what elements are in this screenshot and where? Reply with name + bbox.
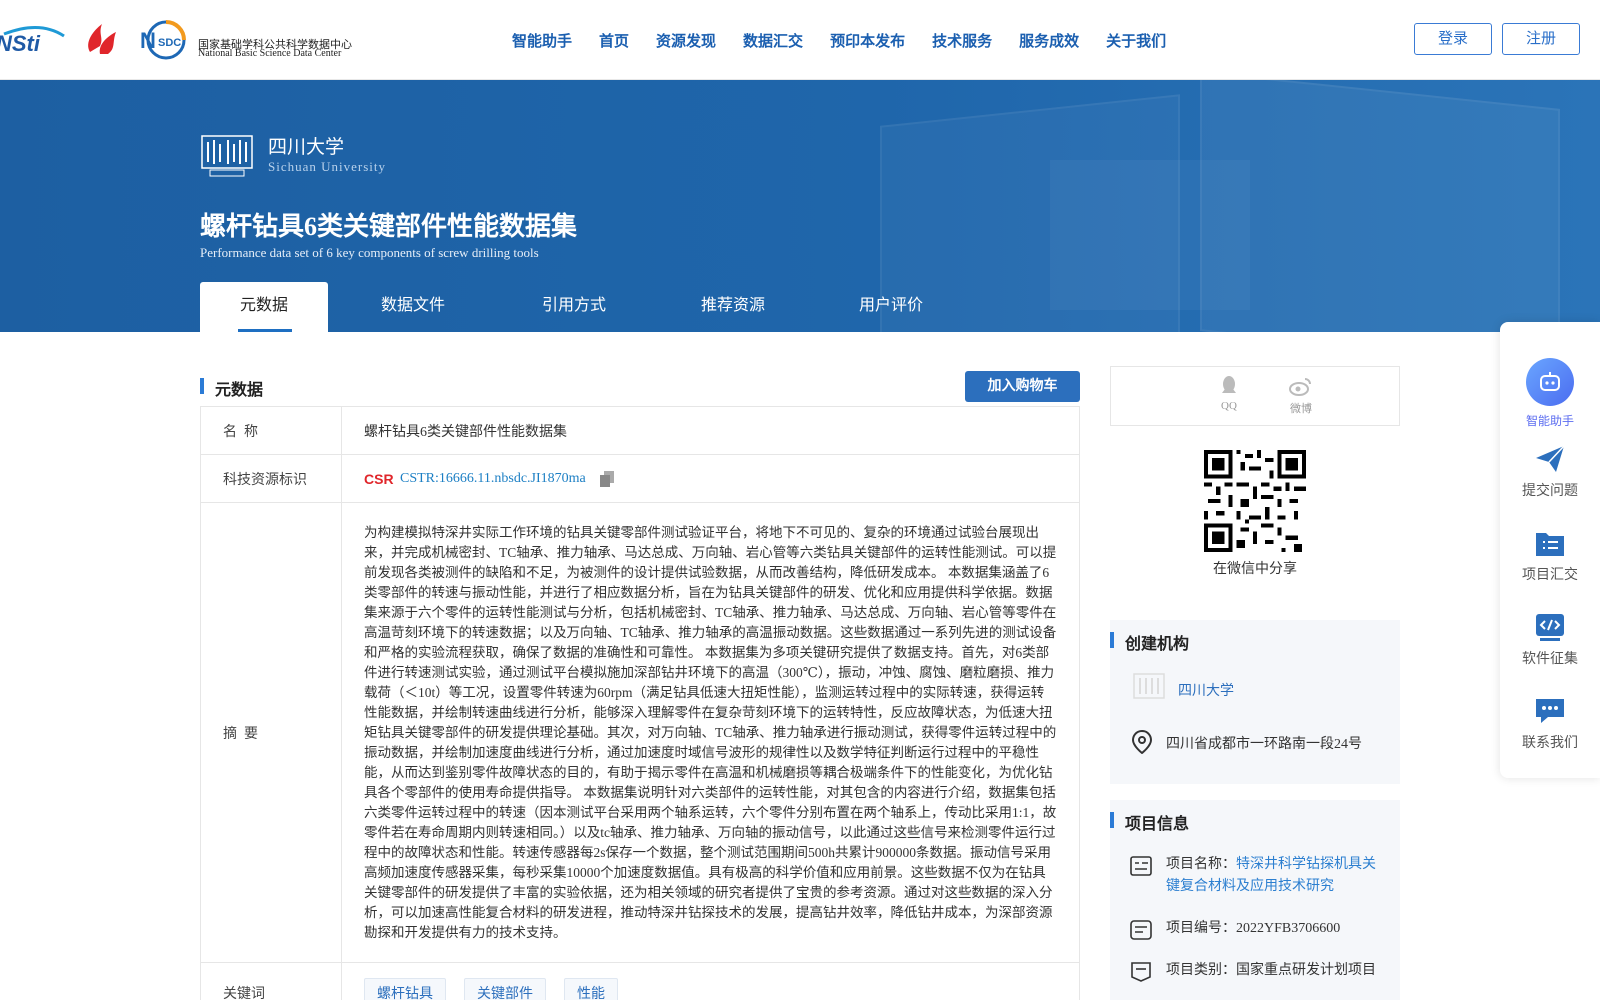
robot-icon	[1526, 358, 1574, 406]
dataset-subtitle-en: Performance data set of 6 key components…	[200, 245, 539, 260]
tab-citation[interactable]: 引用方式	[498, 282, 650, 332]
float-contact-label: 联系我们	[1522, 736, 1578, 751]
svg-text:N: N	[140, 28, 156, 53]
qq-icon	[1222, 376, 1236, 393]
weibo-icon	[1289, 378, 1311, 396]
nav-assistant[interactable]: 智能助手	[512, 30, 572, 51]
university-name-en: Sichuan University	[268, 159, 387, 174]
list-folder-icon	[1536, 533, 1564, 556]
abstract-value: 为构建模拟特深井实际工作环境的钻具关键零部件测试验证平台，将地下不可见的、复杂的…	[342, 503, 1079, 962]
location-pin-icon	[1132, 730, 1152, 754]
main-nav: 智能助手 首页 资源发现 数据汇交 预印本发布 技术服务 服务成效 关于我们	[512, 30, 1193, 51]
code-icon	[1536, 614, 1564, 641]
org-address: 四川省成都市一环路南一段24号	[1166, 737, 1362, 752]
section-title: 元数据	[215, 382, 264, 399]
section-accent-bar	[1110, 632, 1114, 648]
nsdc-emblem-icon: N SDC	[140, 20, 186, 60]
field-label: 科技资源标识	[201, 455, 342, 502]
nav-service-results[interactable]: 服务成效	[1019, 30, 1079, 51]
share-panel: QQ 微博	[1110, 366, 1400, 426]
float-contact[interactable]: 联系我们	[1500, 696, 1600, 752]
cstr-logo-icon: CSR	[364, 471, 394, 487]
project-name-icon	[1130, 856, 1152, 876]
section-accent-bar	[1110, 812, 1114, 828]
copy-icon[interactable]	[599, 470, 614, 487]
tab-user-reviews[interactable]: 用户评价	[816, 282, 966, 332]
field-label: 摘 要	[201, 503, 342, 962]
float-software[interactable]: 软件征集	[1500, 612, 1600, 668]
project-number-icon	[1130, 920, 1152, 940]
nav-home[interactable]: 首页	[599, 30, 629, 51]
register-button[interactable]: 注册	[1502, 23, 1580, 55]
float-software-label: 软件征集	[1522, 652, 1578, 667]
field-label: 关键词	[201, 963, 342, 1000]
keyword-tag[interactable]: 性能	[564, 977, 618, 1000]
floating-toolbar: 智能助手 提交问题 项目汇交 软件征集 联系我们	[1500, 322, 1600, 778]
login-button[interactable]: 登录	[1414, 23, 1492, 55]
nav-resource-discovery[interactable]: 资源发现	[656, 30, 716, 51]
top-navigation-bar: NSti N SDC 国家基础学科公共科学数据中心 National Basic…	[0, 0, 1600, 80]
keyword-tag[interactable]: 关键部件	[464, 977, 546, 1000]
svg-text:CSR: CSR	[364, 471, 394, 487]
creator-institution-panel: 创建机构 四川大学 四川省成都市一环路南一段24号	[1110, 620, 1400, 784]
metadata-section-header: 元数据 加入购物车	[200, 370, 1080, 404]
nav-preprint[interactable]: 预印本发布	[830, 30, 905, 51]
share-qq[interactable]: QQ	[1209, 375, 1249, 412]
sichuan-university-logo	[201, 135, 253, 177]
org-panel-title: 创建机构	[1125, 636, 1190, 653]
float-project-submit-label: 项目汇交	[1522, 568, 1578, 583]
dataset-banner: 四川大学 Sichuan University 螺杆钻具6类关键部件性能数据集 …	[0, 80, 1600, 332]
abstract-text: 为构建模拟特深井实际工作环境的钻具关键零部件测试验证平台，将地下不可见的、复杂的…	[364, 524, 1057, 940]
table-row: 关键词 螺杆钻具 关键部件 性能	[201, 963, 1079, 1000]
tab-recommended[interactable]: 推荐资源	[650, 282, 816, 332]
share-weibo-label: 微博	[1290, 403, 1312, 415]
float-assistant-label: 智能助手	[1525, 414, 1574, 428]
section-accent-bar	[200, 378, 204, 394]
project-info-panel: 项目信息 项目名称：特深井科学钻探机具关键复合材料及应用技术研究 项目编号：20…	[1110, 800, 1400, 1000]
add-to-cart-button[interactable]: 加入购物车	[965, 371, 1080, 402]
nstl-logo[interactable]: NSti	[0, 22, 66, 62]
table-row: 摘 要 为构建模拟特深井实际工作环境的钻具关键零部件测试验证平台，将地下不可见的…	[201, 503, 1079, 963]
float-submit-issue-label: 提交问题	[1522, 484, 1578, 499]
float-assistant[interactable]: 智能助手	[1500, 358, 1600, 429]
field-value: 螺杆钻具6类关键部件性能数据集	[364, 424, 567, 440]
float-project-submit[interactable]: 项目汇交	[1500, 528, 1600, 584]
dataset-title: 螺杆钻具6类关键部件性能数据集	[200, 212, 578, 241]
float-submit-issue[interactable]: 提交问题	[1500, 444, 1600, 500]
wechat-qr-code	[1204, 450, 1306, 552]
cstr-link[interactable]: CSTR:16666.11.nbsdc.JI1870ma	[400, 471, 586, 487]
share-qq-label: QQ	[1221, 400, 1237, 412]
nav-data-submission[interactable]: 数据汇交	[743, 30, 803, 51]
university-logo-icon	[1133, 673, 1165, 699]
cstr-field: CSR CSTR:16666.11.nbsdc.JI1870ma	[342, 455, 1079, 502]
university-name-cn[interactable]: 四川大学	[268, 132, 344, 159]
share-weibo[interactable]: 微博	[1281, 375, 1321, 416]
wechat-share-label: 在微信中分享	[1213, 562, 1297, 577]
nav-about[interactable]: 关于我们	[1106, 30, 1166, 51]
keyword-tag[interactable]: 螺杆钻具	[364, 977, 446, 1000]
field-label: 名 称	[201, 407, 342, 454]
table-row: 名 称 螺杆钻具6类关键部件性能数据集	[201, 407, 1079, 455]
metadata-table: 名 称 螺杆钻具6类关键部件性能数据集 科技资源标识 CSR CSTR:1666…	[200, 406, 1080, 1000]
banner-decoration	[1200, 80, 1560, 332]
svg-text:SDC: SDC	[158, 37, 181, 49]
project-category: 项目类别：国家重点研发计划项目	[1166, 963, 1376, 978]
project-name: 项目名称：特深井科学钻探机具关键复合材料及应用技术研究	[1166, 854, 1386, 898]
project-number: 项目编号：2022YFB3706600	[1166, 921, 1341, 936]
nav-tech-service[interactable]: 技术服务	[932, 30, 992, 51]
red-flame-logo[interactable]	[82, 22, 120, 58]
keywords-value: 螺杆钻具 关键部件 性能	[342, 963, 1079, 1000]
tab-data-files[interactable]: 数据文件	[328, 282, 498, 332]
dataset-tabs: 元数据 数据文件 引用方式 推荐资源 用户评价	[200, 282, 966, 332]
paper-plane-icon	[1536, 445, 1565, 472]
tab-metadata[interactable]: 元数据	[200, 282, 328, 332]
project-name-label: 项目名称：	[1166, 857, 1236, 872]
project-category-icon	[1131, 962, 1151, 982]
nsdc-name-en: National Basic Science Data Center	[198, 48, 342, 59]
project-panel-title: 项目信息	[1125, 816, 1190, 833]
chat-bubble-icon	[1536, 699, 1564, 723]
org-name-link[interactable]: 四川大学	[1178, 680, 1234, 700]
table-row: 科技资源标识 CSR CSTR:16666.11.nbsdc.JI1870ma	[201, 455, 1079, 503]
nsdc-logo[interactable]: N SDC 国家基础学科公共科学数据中心 National Basic Scie…	[136, 20, 352, 60]
